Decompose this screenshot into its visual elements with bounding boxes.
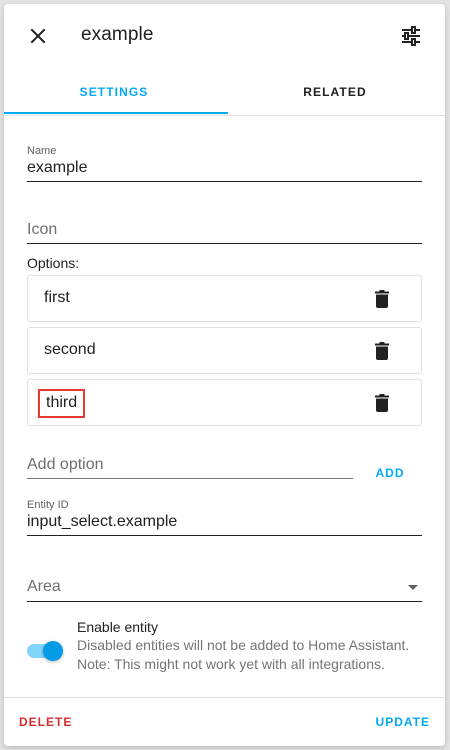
trash-icon: [375, 342, 389, 360]
enable-entity-toggle[interactable]: [27, 640, 63, 662]
active-tab-indicator: [4, 112, 228, 114]
icon-underline: [27, 243, 422, 244]
update-button[interactable]: UPDATE: [376, 715, 430, 729]
advanced-settings-button[interactable]: [397, 22, 425, 50]
option-text: first: [44, 289, 70, 306]
options-label: Options:: [27, 255, 80, 271]
delete-option-button[interactable]: [371, 392, 393, 414]
dialog-footer: DELETE UPDATE: [4, 697, 445, 746]
dialog-title: example: [81, 24, 154, 45]
area-select[interactable]: Area: [27, 578, 422, 602]
option-text: third: [38, 389, 86, 418]
delete-option-button[interactable]: [371, 288, 393, 310]
delete-option-button[interactable]: [371, 340, 393, 362]
entity-id-field[interactable]: Entity ID input_select.example: [27, 499, 422, 536]
enable-entity-title: Enable entity: [77, 619, 158, 635]
add-option-placeholder[interactable]: Add option: [27, 456, 353, 474]
tab-bar: SETTINGS RELATED: [4, 68, 445, 116]
option-text: second: [44, 341, 96, 358]
area-placeholder[interactable]: Area: [27, 578, 61, 596]
add-option-field[interactable]: Add option: [27, 456, 353, 479]
dropdown-caret-icon[interactable]: [408, 584, 418, 590]
name-label: Name: [27, 145, 57, 157]
trash-icon: [375, 290, 389, 308]
option-item: second: [27, 327, 422, 374]
tab-related[interactable]: RELATED: [225, 68, 445, 116]
add-option-underline: [27, 478, 353, 479]
option-item: third: [27, 379, 422, 426]
name-underline: [27, 181, 422, 182]
close-icon: [30, 28, 46, 44]
icon-field[interactable]: Icon: [27, 221, 422, 244]
dialog-header: example: [4, 4, 445, 68]
trash-icon: [375, 394, 389, 412]
name-field[interactable]: Name example: [27, 145, 422, 182]
close-button[interactable]: [24, 22, 52, 50]
enable-entity-text: Enable entity Disabled entities will not…: [77, 619, 437, 674]
delete-button[interactable]: DELETE: [19, 715, 72, 729]
entity-settings-dialog: example SETTINGS RELATED Name example Ic…: [4, 4, 445, 746]
entity-id-value[interactable]: input_select.example: [27, 513, 422, 531]
add-option-button[interactable]: ADD: [368, 461, 412, 485]
toggle-knob[interactable]: [43, 641, 63, 661]
tune-icon: [402, 26, 420, 46]
name-value[interactable]: example: [27, 159, 422, 177]
entity-id-label: Entity ID: [27, 499, 69, 511]
area-underline: [27, 601, 422, 602]
option-item: first: [27, 275, 422, 322]
enable-entity-description: Disabled entities will not be added to H…: [77, 637, 410, 672]
tab-settings[interactable]: SETTINGS: [4, 68, 224, 116]
icon-placeholder[interactable]: Icon: [27, 221, 422, 239]
entity-id-underline: [27, 535, 422, 536]
